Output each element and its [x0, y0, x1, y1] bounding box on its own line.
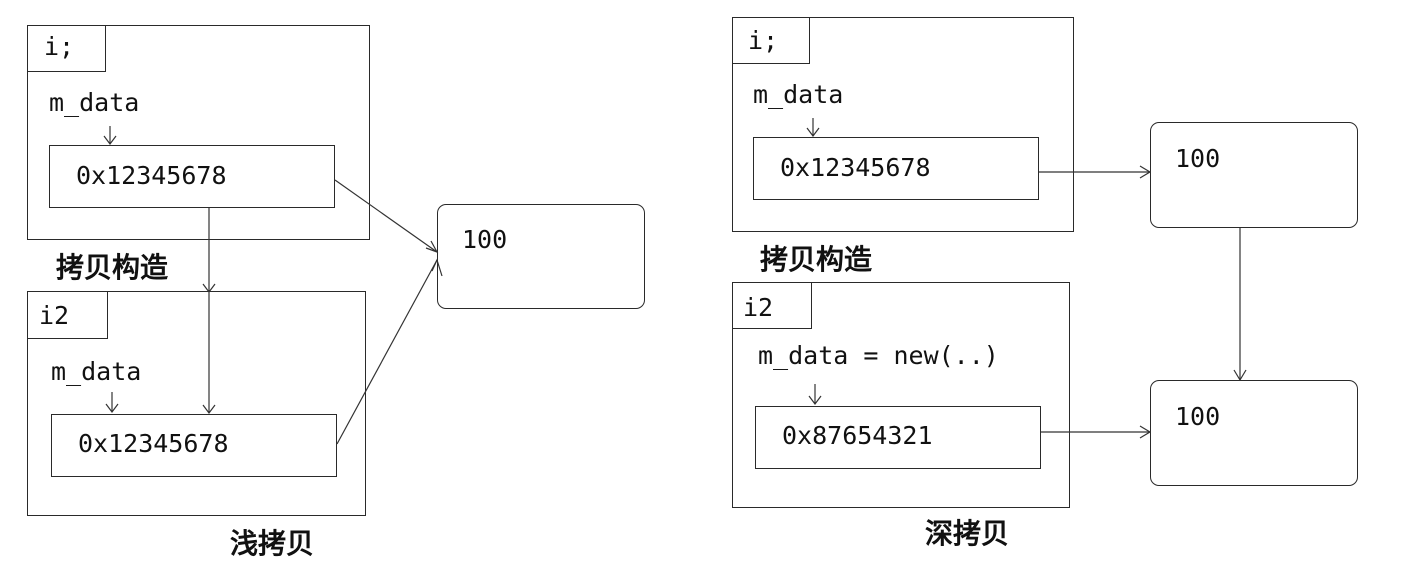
- shallow-i2-to-heap-arrow: [336, 259, 438, 445]
- shallow-i-to-heap-arrow: [334, 179, 438, 253]
- copy-diagram: i; m_data 0x12345678 拷贝构造 i2 m_data 0x12…: [0, 0, 1407, 588]
- shallow-i2-to-heap-arrowhead: [431, 258, 443, 277]
- connector-layer: [103, 118, 1247, 445]
